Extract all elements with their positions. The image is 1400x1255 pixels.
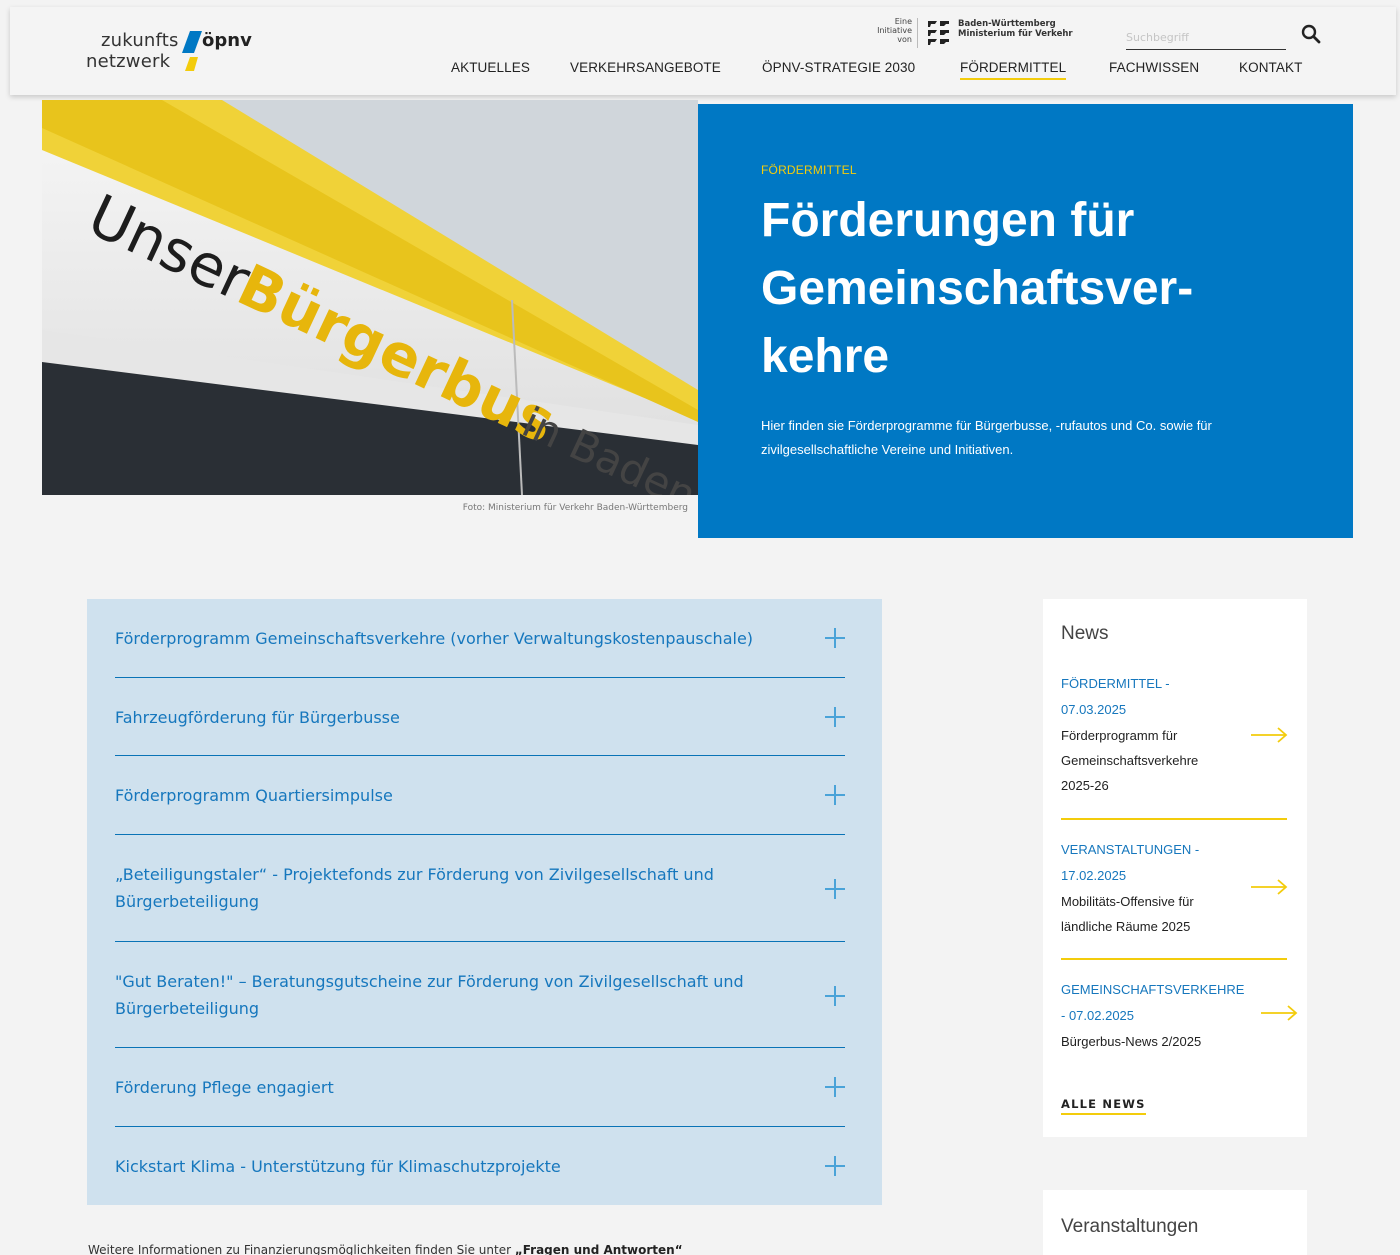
arrow-right-icon	[1251, 879, 1288, 895]
faq-link[interactable]: „Fragen und Antworten“	[515, 1243, 683, 1255]
accordion-item-label: "Gut Beraten!" – Beratungsgutscheine zur…	[115, 972, 744, 1018]
nav-kontakt[interactable]: KONTAKT	[1239, 60, 1302, 75]
photo-credit: Foto: Ministerium für Verkehr Baden-Würt…	[462, 503, 688, 513]
arrow-right-icon	[1261, 1005, 1298, 1021]
all-news-link[interactable]: ALLE NEWS	[1061, 1097, 1146, 1115]
logo-text-zukunfts: zukunfts	[101, 30, 179, 51]
news-divider	[1061, 958, 1287, 960]
accordion-item-kickstart-klima[interactable]: Kickstart Klima - Unterstützung für Klim…	[115, 1153, 845, 1183]
search-field	[1126, 26, 1286, 50]
accordion-item-label: Fahrzeugförderung für Bürgerbusse	[115, 708, 400, 727]
more-info-text: Weitere Informationen zu Finanzierungsmö…	[88, 1243, 683, 1255]
expand-plus-icon[interactable]	[825, 879, 845, 899]
accordion-item-quartiersimpulse[interactable]: Förderprogramm Quartiersimpulse	[115, 782, 845, 835]
news-date: 07.03.2025	[1061, 702, 1127, 717]
accordion-item-label: Förderprogramm Gemeinschaftsverkehre (vo…	[115, 629, 754, 648]
news-divider	[1061, 818, 1287, 820]
expand-plus-icon[interactable]	[825, 785, 845, 805]
buergerbus-photo: Unser Bürgerbus in Baden-Württemberg	[42, 100, 698, 495]
nav-aktuelles[interactable]: AKTUELLES	[451, 60, 530, 75]
events-box: Veranstaltungen	[1043, 1190, 1307, 1255]
expand-plus-icon[interactable]	[825, 986, 845, 1006]
accordion-item-label: Kickstart Klima - Unterstützung für Klim…	[115, 1157, 561, 1176]
expand-plus-icon[interactable]	[825, 1156, 845, 1176]
news-date: - 07.02.2025	[1061, 1008, 1135, 1023]
news-item[interactable]: VERANSTALTUNGEN - 17.02.2025 Mobilitäts-…	[1061, 837, 1288, 939]
search-input[interactable]	[1126, 26, 1266, 49]
nav-foerdermittel[interactable]: FÖRDERMITTEL	[960, 60, 1067, 80]
site-header: zukunfts netzwerk öpnv Eine Initiative v…	[10, 7, 1396, 95]
accordion-item-gemeinschaftsverkehre[interactable]: Förderprogramm Gemeinschaftsverkehre (vo…	[115, 625, 845, 678]
main-navigation: AKTUELLES VERKEHRSANGEBOTE ÖPNV-STRATEGI…	[10, 60, 1396, 84]
news-headline: Förderprogramm für Gemeinschaftsverkehre…	[1061, 728, 1199, 793]
page-title: Förderungen für Gemeinschaftsver- kehre	[761, 194, 1194, 383]
accordion-item-label: „Beteiligungstaler“ - Projektefonds zur …	[115, 865, 714, 911]
funding-accordion: Förderprogramm Gemeinschaftsverkehre (vo…	[87, 599, 882, 1205]
expand-plus-icon[interactable]	[825, 707, 845, 727]
news-title: News	[1061, 623, 1109, 644]
initiative-label: Eine Initiative von	[877, 17, 912, 44]
hero-image-buergerbus: Unser Bürgerbus in Baden-Württemberg	[42, 100, 698, 495]
search-icon	[1301, 24, 1321, 44]
expand-plus-icon[interactable]	[825, 1077, 845, 1097]
news-item[interactable]: GEMEINSCHAFTSVERKEHRE - 07.02.2025 Bürge…	[1061, 977, 1298, 1054]
initiative-divider	[917, 18, 918, 48]
events-title: Veranstaltungen	[1061, 1216, 1199, 1237]
news-category: GEMEINSCHAFTSVERKEHRE	[1061, 982, 1245, 997]
accordion-item-label: Förderprogramm Quartiersimpulse	[115, 786, 393, 805]
nav-oepnv-strategie[interactable]: ÖPNV-STRATEGIE 2030	[762, 60, 915, 75]
accordion-item-beteiligungstaler[interactable]: „Beteiligungstaler“ - Projektefonds zur …	[115, 861, 845, 942]
arrow-right-icon	[1251, 727, 1288, 743]
news-category: FÖRDERMITTEL -	[1061, 676, 1170, 691]
accordion-item-gut-beraten[interactable]: "Gut Beraten!" – Beratungsgutscheine zur…	[115, 968, 845, 1048]
ministry-name: Baden-Württemberg Ministerium für Verkeh…	[958, 19, 1073, 39]
search-button[interactable]	[1300, 24, 1322, 46]
news-headline: Mobilitäts-Offensive für ländliche Räume…	[1061, 894, 1194, 934]
accordion-item-fahrzeugfoerderung[interactable]: Fahrzeugförderung für Bürgerbusse	[115, 704, 845, 756]
news-box: News FÖRDERMITTEL - 07.03.2025 Förderpro…	[1043, 599, 1307, 1137]
nav-fachwissen[interactable]: FACHWISSEN	[1109, 60, 1199, 75]
hero-panel: FÖRDERMITTEL Förderungen für Gemeinschaf…	[698, 104, 1353, 538]
logo-text-oepnv: öpnv	[202, 30, 252, 51]
hero-intro-text: Hier finden sie Förderprogramme für Bürg…	[761, 418, 1212, 457]
nav-verkehrsangebote[interactable]: VERKEHRSANGEBOTE	[570, 60, 721, 75]
hero-category-label: FÖRDERMITTEL	[761, 163, 857, 177]
accordion-item-label: Förderung Pflege engagiert	[115, 1078, 334, 1097]
coat-of-arms-icon	[928, 21, 949, 45]
news-category: VERANSTALTUNGEN -	[1061, 842, 1200, 857]
accordion-item-pflege-engagiert[interactable]: Förderung Pflege engagiert	[115, 1074, 845, 1127]
news-item[interactable]: FÖRDERMITTEL - 07.03.2025 Förderprogramm…	[1061, 671, 1288, 798]
news-headline: Bürgerbus-News 2/2025	[1061, 1034, 1202, 1049]
ministry-initiative-logo[interactable]: Eine Initiative von Baden-Württemberg Mi…	[860, 17, 1080, 51]
expand-plus-icon[interactable]	[825, 628, 845, 648]
